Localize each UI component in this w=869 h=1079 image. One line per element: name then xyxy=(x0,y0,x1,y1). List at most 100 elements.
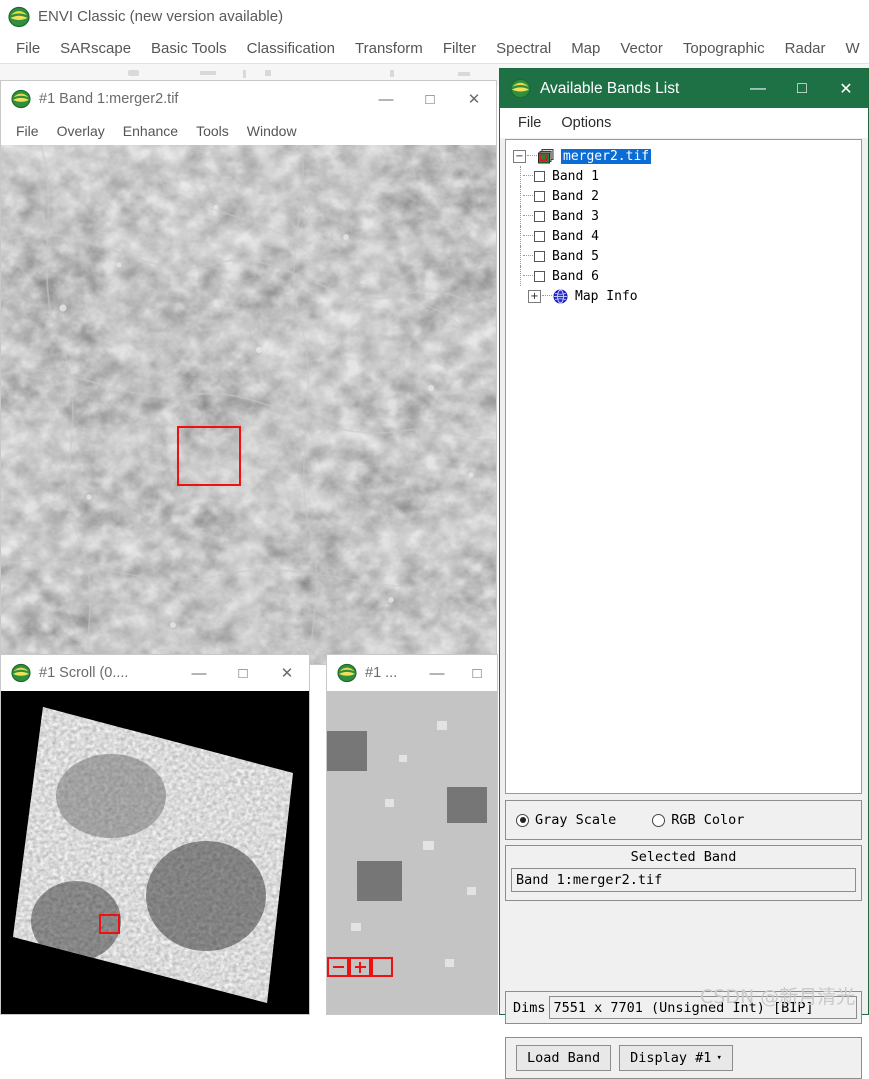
scroll-image-canvas[interactable] xyxy=(1,691,309,1014)
tree-band-label[interactable]: Band 1 xyxy=(552,169,599,184)
tree-band-label[interactable]: Band 6 xyxy=(552,269,599,284)
main-image-canvas[interactable] xyxy=(1,145,496,664)
envi-main-menubar[interactable]: File SARscape Basic Tools Classification… xyxy=(0,33,869,63)
menu-radar[interactable]: Radar xyxy=(775,38,836,59)
image-menu-enhance[interactable]: Enhance xyxy=(114,121,187,141)
gray-scale-radio-icon[interactable] xyxy=(516,814,529,827)
menu-basic-tools[interactable]: Basic Tools xyxy=(141,38,237,59)
csdn-watermark: CSDN @新月清光 xyxy=(700,982,855,1009)
menu-map[interactable]: Map xyxy=(561,38,610,59)
tree-band-label[interactable]: Band 5 xyxy=(552,249,599,264)
tree-root-label[interactable]: merger2.tif xyxy=(561,149,651,164)
band-checkbox[interactable] xyxy=(534,231,545,242)
band-checkbox[interactable] xyxy=(534,211,545,222)
tree-node-band[interactable]: Band 1 xyxy=(506,166,861,186)
load-band-button[interactable]: Load Band xyxy=(516,1045,611,1071)
toolbar-icon-ghost-3[interactable] xyxy=(243,70,246,78)
image-window-maximize-button[interactable]: □ xyxy=(408,81,452,117)
envi-window-logo-icon xyxy=(11,89,31,109)
menu-filter[interactable]: Filter xyxy=(433,38,486,59)
bands-menu-file[interactable]: File xyxy=(508,113,551,133)
zoom-window-titlebar: #1 ... — □ xyxy=(327,655,497,691)
image-window-titlebar: #1 Band 1:merger2.tif — □ ✕ xyxy=(1,81,496,117)
image-menu-window[interactable]: Window xyxy=(238,121,306,141)
menu-classification[interactable]: Classification xyxy=(237,38,345,59)
tree-connector-icon xyxy=(520,206,522,226)
selected-band-field[interactable]: Band 1:merger2.tif xyxy=(511,868,856,892)
bands-list-title: Available Bands List xyxy=(540,80,736,98)
image-window-minimize-button[interactable]: — xyxy=(364,81,408,117)
rgb-color-radio-option[interactable]: RGB Color xyxy=(652,812,744,828)
toolbar-icon-ghost-5[interactable] xyxy=(390,70,394,77)
menu-topographic[interactable]: Topographic xyxy=(673,38,775,59)
image-menu-file[interactable]: File xyxy=(7,121,48,141)
tree-connector-icon xyxy=(523,195,533,197)
menu-sarscape[interactable]: SARscape xyxy=(50,38,141,59)
band-checkbox[interactable] xyxy=(534,191,545,202)
menu-transform[interactable]: Transform xyxy=(345,38,433,59)
zoom-select-box-button[interactable] xyxy=(371,957,393,977)
bands-list-actions: Load Band Display #1 ▾ xyxy=(505,1037,862,1079)
tree-node-map-info[interactable]: + Map Info xyxy=(506,286,861,306)
tree-band-label[interactable]: Band 4 xyxy=(552,229,599,244)
bands-tree[interactable]: − merger2.tif Band 1 xyxy=(505,139,862,794)
tree-connector-icon xyxy=(523,215,533,217)
gray-scale-radio-option[interactable]: Gray Scale xyxy=(516,812,616,828)
tree-connector-icon xyxy=(520,266,522,286)
image-menu-tools[interactable]: Tools xyxy=(187,121,238,141)
main-image-raster xyxy=(1,145,496,664)
scroll-window-maximize-button[interactable]: □ xyxy=(221,655,265,691)
map-info-expander-icon[interactable]: + xyxy=(528,290,541,303)
tree-node-band[interactable]: Band 3 xyxy=(506,206,861,226)
tree-node-band[interactable]: Band 2 xyxy=(506,186,861,206)
bands-list-menubar[interactable]: File Options xyxy=(500,108,868,138)
image-window-close-button[interactable]: ✕ xyxy=(452,81,496,117)
tree-connector-icon xyxy=(542,295,552,297)
toolbar-icon-ghost-4[interactable] xyxy=(265,70,271,76)
zoom-window-controls: — □ xyxy=(417,655,497,691)
image-window-menubar[interactable]: File Overlay Enhance Tools Window xyxy=(1,117,496,145)
toolbar-icon-ghost-1[interactable] xyxy=(128,70,139,76)
bands-list-close-button[interactable]: ✕ xyxy=(824,69,868,108)
display-selector-button[interactable]: Display #1 ▾ xyxy=(619,1045,733,1071)
zoom-out-button[interactable] xyxy=(327,957,349,977)
envi-window-logo-icon xyxy=(337,663,357,683)
band-checkbox[interactable] xyxy=(534,251,545,262)
tree-node-root[interactable]: − merger2.tif xyxy=(506,146,861,166)
menu-vector[interactable]: Vector xyxy=(610,38,673,59)
envi-window-logo-icon xyxy=(510,78,531,99)
tree-node-band[interactable]: Band 4 xyxy=(506,226,861,246)
zoom-in-button[interactable] xyxy=(349,957,371,977)
band-checkbox[interactable] xyxy=(534,171,545,182)
tree-root-expander-icon[interactable]: − xyxy=(513,150,526,163)
scroll-window-minimize-button[interactable]: — xyxy=(177,655,221,691)
band-checkbox[interactable] xyxy=(534,271,545,282)
main-image-zoom-locator-box[interactable] xyxy=(177,426,241,486)
tree-node-band[interactable]: Band 5 xyxy=(506,246,861,266)
tree-connector-icon xyxy=(520,166,522,186)
zoom-window-minimize-button[interactable]: — xyxy=(417,655,457,691)
bands-menu-options[interactable]: Options xyxy=(551,113,621,133)
tree-band-label[interactable]: Band 2 xyxy=(552,189,599,204)
bands-list-maximize-button[interactable]: □ xyxy=(780,69,824,108)
scroll-window-title: #1 Scroll (0.... xyxy=(39,665,177,681)
envi-main-titlebar: ENVI Classic (new version available) xyxy=(0,0,869,33)
image-menu-overlay[interactable]: Overlay xyxy=(48,121,114,141)
scroll-window-close-button[interactable]: ✕ xyxy=(265,655,309,691)
toolbar-icon-ghost-6[interactable] xyxy=(458,72,470,76)
color-mode-group: Gray Scale RGB Color xyxy=(505,800,862,840)
menu-window[interactable]: W xyxy=(836,38,869,59)
rgb-color-radio-icon[interactable] xyxy=(652,814,665,827)
tree-map-info-label[interactable]: Map Info xyxy=(575,289,638,304)
scroll-image-locator-box[interactable] xyxy=(99,914,120,934)
tree-connector-icon xyxy=(523,255,533,257)
tree-band-label[interactable]: Band 3 xyxy=(552,209,599,224)
zoom-image-canvas[interactable] xyxy=(327,691,497,1014)
menu-file[interactable]: File xyxy=(6,38,50,59)
tree-node-band[interactable]: Band 6 xyxy=(506,266,861,286)
toolbar-icon-ghost-2[interactable] xyxy=(200,71,216,75)
tree-connector-icon xyxy=(527,155,537,157)
menu-spectral[interactable]: Spectral xyxy=(486,38,561,59)
bands-list-minimize-button[interactable]: — xyxy=(736,69,780,108)
zoom-window-maximize-button[interactable]: □ xyxy=(457,655,497,691)
